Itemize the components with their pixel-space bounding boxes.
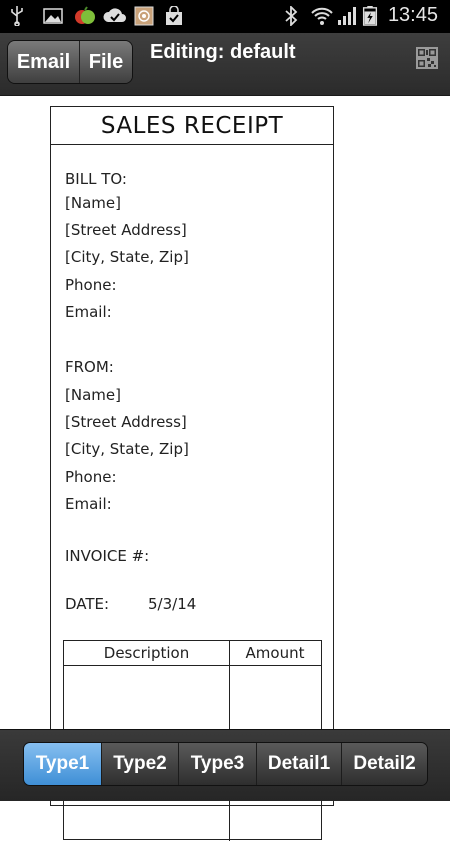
status-bar: 13:45 — [0, 0, 450, 33]
bottom-tab-bar: Type1 Type2 Type3 Detail1 Detail2 — [0, 729, 450, 801]
tab-type1[interactable]: Type1 — [24, 743, 102, 785]
bill-to-name: [Name] — [65, 194, 121, 212]
tab-detail2[interactable]: Detail2 — [342, 743, 427, 785]
amount-column-header: Amount — [229, 641, 321, 666]
from-street: [Street Address] — [65, 413, 187, 431]
receipt-document: SALES RECEIPT BILL TO: [Name] [Street Ad… — [50, 106, 334, 841]
bill-to-city: [City, State, Zip] — [65, 248, 189, 266]
file-button[interactable]: File — [80, 41, 132, 83]
action-button-group: Email File — [7, 40, 133, 84]
wifi-icon — [311, 7, 333, 25]
tab-type2[interactable]: Type2 — [102, 743, 179, 785]
page-title: Editing: default — [150, 41, 296, 63]
bill-to-street: [Street Address] — [65, 221, 187, 239]
app-grid-icon — [134, 6, 154, 26]
sync-check-icon — [103, 8, 126, 22]
action-bar: Email File Editing: default — [0, 33, 450, 96]
image-icon — [43, 8, 63, 24]
from-phone: Phone: — [65, 468, 117, 486]
date-label: DATE: — [65, 595, 110, 613]
qr-code-icon[interactable] — [416, 47, 438, 69]
from-email: Email: — [65, 495, 112, 513]
date-value: 5/3/14 — [148, 595, 197, 613]
from-heading: FROM: — [65, 358, 114, 376]
tab-type3[interactable]: Type3 — [179, 743, 257, 785]
bill-to-phone: Phone: — [65, 276, 117, 294]
signal-icon — [338, 7, 356, 25]
bill-to-email: Email: — [65, 303, 112, 321]
date-row: DATE: 5/3/14 — [65, 595, 196, 613]
invoice-number-label: INVOICE #: — [65, 547, 150, 565]
tab-group: Type1 Type2 Type3 Detail1 Detail2 — [23, 742, 428, 786]
shopping-bag-icon — [166, 6, 182, 25]
from-name: [Name] — [65, 386, 121, 404]
bluetooth-icon — [285, 6, 298, 26]
tab-detail1[interactable]: Detail1 — [257, 743, 342, 785]
clock: 13:45 — [387, 4, 438, 26]
from-city: [City, State, Zip] — [65, 440, 189, 458]
fruit-app-icon — [75, 6, 95, 24]
description-column-header: Description — [64, 641, 229, 666]
usb-icon — [11, 6, 23, 26]
email-button[interactable]: Email — [8, 41, 80, 83]
battery-charging-icon — [362, 6, 378, 26]
bill-to-heading: BILL TO: — [65, 170, 127, 188]
receipt-title: SALES RECEIPT — [51, 107, 333, 145]
